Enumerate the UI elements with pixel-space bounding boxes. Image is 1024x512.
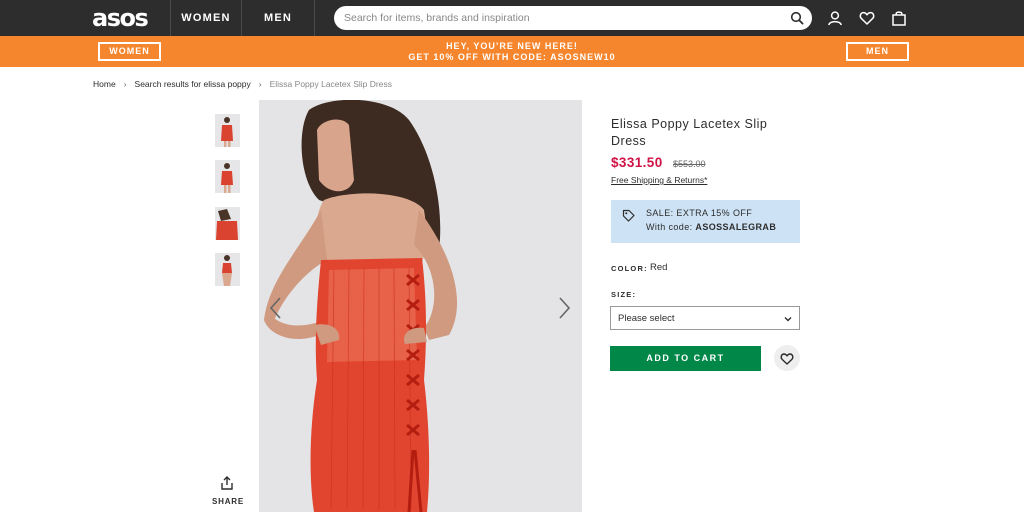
promo-men-button[interactable]: MEN [846,42,909,61]
previous-image-arrow[interactable] [267,296,285,320]
promo-women-button[interactable]: WOMEN [98,42,161,61]
size-select[interactable]: Please select [610,306,800,330]
asos-logo[interactable]: asos [92,4,149,32]
next-image-arrow[interactable] [555,296,573,320]
sale-text: SALE: EXTRA 15% OFF [646,208,753,218]
tag-icon [622,209,635,222]
free-shipping-link[interactable]: Free Shipping & Returns* [611,175,707,185]
sale-code: ASOSSALEGRAB [695,222,777,232]
heart-icon[interactable] [859,10,875,26]
nav-divider [314,0,315,36]
product-title: Elissa Poppy Lacetex Slip Dress [611,117,768,148]
account-icon[interactable] [827,10,843,26]
search-bar [334,6,812,30]
product-main-image[interactable] [259,100,582,512]
color-value: Red [650,262,668,273]
breadcrumb-current: Elissa Poppy Lacetex Slip Dress [269,79,392,89]
save-for-later-button[interactable] [774,345,800,371]
size-select-value: Please select [618,313,675,324]
nav-women[interactable]: WOMEN [171,0,241,36]
add-to-cart-button[interactable]: ADD TO CART [610,346,761,371]
sale-code-prefix: With code: [646,222,696,232]
color-label: COLOR: [611,264,648,273]
sale-code-line: With code: ASOSSALEGRAB [646,222,776,232]
nav-men[interactable]: MEN [242,0,314,36]
chevron-down-icon [784,317,792,322]
breadcrumb: Home › Search results for elissa poppy › Eli… [93,79,392,89]
share-button[interactable]: SHARE [212,476,245,506]
product-thumbnail[interactable] [215,160,240,193]
share-label: SHARE [212,497,245,506]
breadcrumb-home[interactable]: Home [93,79,116,89]
product-thumbnail[interactable] [215,207,240,240]
product-price: $331.50 [611,155,663,170]
heart-icon [780,353,794,365]
product-thumbnail[interactable] [215,253,240,286]
search-icon[interactable] [790,11,804,25]
breadcrumb-separator: › [123,79,127,89]
promo-line-1: HEY, YOU’RE NEW HERE! [446,41,578,51]
promo-line-2: GET 10% OFF WITH CODE: ASOSNEW10 [408,52,616,62]
bag-icon[interactable] [891,10,907,26]
sale-promo-box: SALE: EXTRA 15% OFF With code: ASOSSALEG… [611,200,800,243]
share-icon [221,476,233,490]
promo-message[interactable]: HEY, YOU’RE NEW HERE! GET 10% OFF WITH C… [350,41,674,63]
product-thumbnail[interactable] [215,114,240,147]
breadcrumb-separator: › [258,79,262,89]
top-nav-bar: asos WOMEN MEN [0,0,1024,36]
search-input[interactable] [344,10,774,26]
product-photo [259,100,582,512]
breadcrumb-search[interactable]: Search results for elissa poppy [135,79,251,89]
size-label: SIZE: [611,290,637,299]
original-price: $553.00 [673,159,706,169]
promo-banner: WOMEN HEY, YOU’RE NEW HERE! GET 10% OFF … [0,36,1024,67]
